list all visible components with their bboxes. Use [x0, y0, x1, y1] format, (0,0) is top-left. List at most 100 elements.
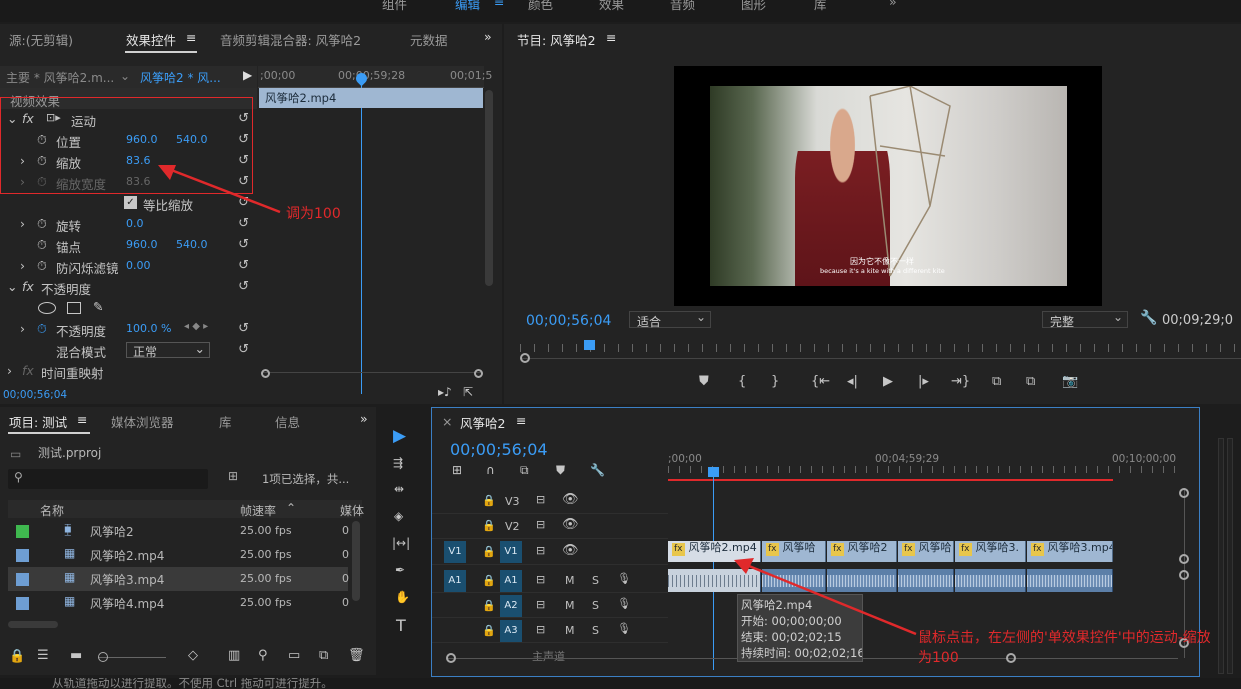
- stopwatch-icon[interactable]: ⏱: [37, 321, 47, 337]
- uniform-scale-checkbox[interactable]: ✓: [124, 196, 137, 209]
- automate-icon[interactable]: ▥: [228, 648, 240, 663]
- microphone-icon[interactable]: 🎙: [617, 597, 631, 610]
- eye-icon[interactable]: 👁: [562, 517, 579, 532]
- mark-in-icon[interactable]: {: [738, 374, 746, 389]
- workspace-tab-graphics[interactable]: 图形: [741, 0, 766, 13]
- track-lock-icon[interactable]: 🔒: [482, 624, 496, 637]
- play-audio-icon[interactable]: ▸♪: [438, 385, 452, 399]
- mute-button[interactable]: M: [565, 624, 575, 637]
- track-lock-icon[interactable]: 🔒: [482, 519, 496, 532]
- solo-button[interactable]: S: [592, 599, 599, 612]
- sync-lock-icon[interactable]: ⊟: [536, 623, 545, 636]
- fit-select[interactable]: 适合 ⌄: [629, 310, 711, 329]
- chevron-down-icon[interactable]: ⌄: [120, 69, 130, 83]
- work-area-bar[interactable]: [668, 479, 1113, 481]
- ec-playhead[interactable]: [361, 74, 362, 394]
- track-label[interactable]: A3: [500, 620, 522, 642]
- video-clip[interactable]: fx 风筝哈3.: [955, 541, 1026, 562]
- quality-select[interactable]: 完整 ⌄: [1042, 310, 1128, 329]
- program-ruler[interactable]: [520, 344, 1241, 352]
- mute-button[interactable]: M: [565, 599, 575, 612]
- zoom-slider[interactable]: [98, 652, 166, 662]
- sequence-tab[interactable]: 风筝哈2: [460, 413, 505, 432]
- go-to-out-icon[interactable]: ⇥}: [951, 374, 970, 389]
- slip-tool-icon[interactable]: |↔|: [392, 536, 410, 550]
- list-item-selected[interactable]: ▦ 风筝哈3.mp4 25.00 fps 0: [8, 567, 349, 591]
- panel-more-icon[interactable]: »: [484, 29, 492, 44]
- audio-clip[interactable]: [955, 569, 1026, 592]
- label-color-swatch[interactable]: [16, 525, 29, 538]
- icon-view-icon[interactable]: ▬: [70, 648, 82, 663]
- ellipse-mask-icon[interactable]: [38, 302, 56, 314]
- stopwatch-icon[interactable]: ⏱: [37, 258, 47, 274]
- workspace-tab-effects[interactable]: 效果: [599, 0, 624, 13]
- track-label[interactable]: A1: [500, 570, 522, 592]
- lock-icon[interactable]: 🔒: [9, 649, 25, 664]
- program-playhead[interactable]: [584, 340, 595, 350]
- timeline-ruler-ticks[interactable]: [668, 466, 1178, 473]
- eye-icon[interactable]: 👁: [562, 492, 579, 507]
- workspace-tab-assembly[interactable]: 组件: [382, 0, 407, 13]
- effect-controls-menu-icon[interactable]: ≡: [186, 30, 196, 45]
- tab-source[interactable]: 源:(无剪辑): [9, 30, 73, 49]
- sort-up-icon[interactable]: ⌃: [286, 501, 296, 515]
- pen-mask-icon[interactable]: ✎: [93, 299, 103, 314]
- workspace-more-icon[interactable]: »: [889, 0, 897, 9]
- snap-icon[interactable]: ∩: [486, 463, 495, 477]
- razor-tool-icon[interactable]: ◈: [394, 509, 403, 523]
- trash-icon[interactable]: 🗑: [348, 648, 365, 663]
- anchor-x-value[interactable]: 960.0: [126, 238, 158, 251]
- rectangle-mask-icon[interactable]: [67, 302, 81, 314]
- track-label[interactable]: V1: [500, 541, 522, 563]
- label-color-swatch[interactable]: [16, 549, 29, 562]
- tab-effect-controls[interactable]: 效果控件: [126, 30, 176, 49]
- column-name[interactable]: 名称: [40, 502, 64, 519]
- track-select-icon[interactable]: ⇶: [393, 456, 403, 470]
- sync-lock-icon[interactable]: ⊟: [536, 493, 545, 506]
- ripple-edit-icon[interactable]: ⇹: [394, 482, 404, 496]
- track-label[interactable]: A2: [500, 595, 522, 617]
- sync-lock-icon[interactable]: ⊟: [536, 518, 545, 531]
- column-fps[interactable]: 帧速率: [240, 502, 276, 519]
- reset-icon[interactable]: ↺: [238, 321, 249, 336]
- ec-scrollbar[interactable]: [485, 90, 493, 286]
- workspace-tab-color[interactable]: 颜色: [528, 0, 553, 13]
- go-to-in-icon[interactable]: {⇤: [811, 374, 830, 389]
- tab-media-browser[interactable]: 媒体浏览器: [111, 412, 174, 431]
- eye-icon[interactable]: 👁: [562, 543, 579, 558]
- source-patch-v1[interactable]: V1: [444, 541, 466, 563]
- source-patch-a1[interactable]: A1: [444, 570, 466, 592]
- expand-icon[interactable]: ⌄: [7, 279, 17, 294]
- sequence-clip-label[interactable]: 风筝哈2 * 风...: [140, 69, 221, 86]
- expand-icon[interactable]: ›: [20, 216, 25, 231]
- sort-icon[interactable]: ◇: [188, 648, 198, 663]
- type-tool-icon[interactable]: T: [396, 616, 406, 635]
- reset-icon[interactable]: ↺: [238, 237, 249, 252]
- opacity-group-row[interactable]: ⌄ fx 不透明度 ↺: [0, 277, 257, 298]
- export-icon[interactable]: ⇱: [463, 385, 473, 399]
- time-remap-row[interactable]: › fx 时间重映射: [0, 361, 257, 382]
- close-icon[interactable]: ×: [442, 414, 452, 429]
- video-clip[interactable]: fx 风筝哈3.mp4: [1027, 541, 1113, 562]
- blend-mode-select[interactable]: 正常 ⌄: [126, 341, 210, 359]
- reset-icon[interactable]: ↺: [238, 342, 249, 357]
- hand-tool-icon[interactable]: ✋: [395, 590, 410, 604]
- linked-selection-icon[interactable]: ⧉: [520, 463, 529, 478]
- selection-tool-icon[interactable]: ▶: [393, 426, 406, 446]
- ec-timecode[interactable]: 00;00;56;04: [3, 389, 67, 401]
- find-icon[interactable]: ⚲: [258, 648, 268, 663]
- opacity-value[interactable]: 100.0 %: [126, 322, 171, 335]
- project-vscroll[interactable]: [352, 521, 360, 601]
- add-marker-icon[interactable]: ⛊: [556, 463, 565, 478]
- keyframe-nav-icon[interactable]: ◂ ◆ ▸: [184, 321, 208, 332]
- lift-icon[interactable]: ⧉: [992, 374, 1001, 389]
- panel-more-icon[interactable]: »: [360, 411, 368, 426]
- settings-wrench-icon[interactable]: 🔧: [1140, 310, 1157, 326]
- expand-icon[interactable]: ›: [7, 363, 12, 378]
- step-forward-icon[interactable]: |▸: [918, 374, 929, 389]
- list-item[interactable]: ▦ 风筝哈4.mp4 25.00 fps 0: [8, 591, 349, 615]
- expand-icon[interactable]: ›: [20, 258, 25, 273]
- program-title[interactable]: 节目: 风筝哈2: [517, 30, 596, 49]
- reset-icon[interactable]: ↺: [238, 279, 249, 294]
- search-input[interactable]: ⚲: [8, 469, 208, 489]
